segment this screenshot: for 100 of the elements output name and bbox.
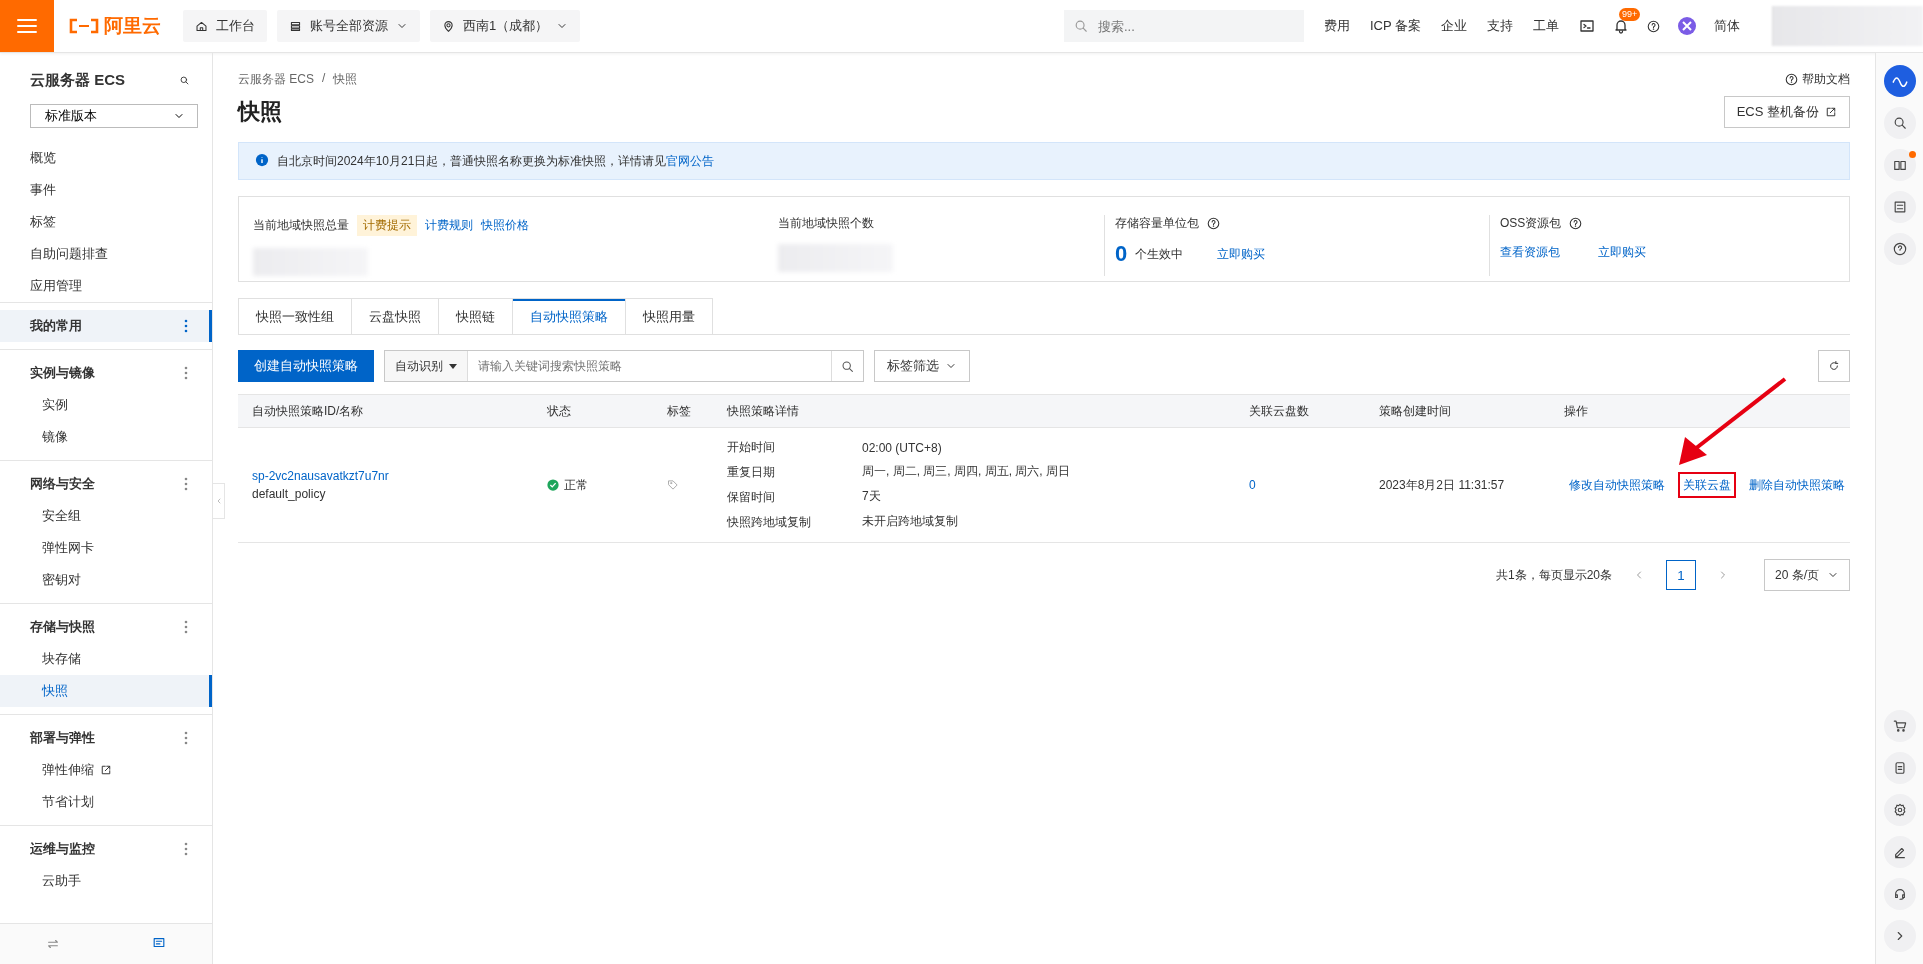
announcement-link[interactable]: 官网公告 bbox=[666, 153, 715, 168]
refresh-button[interactable] bbox=[1818, 350, 1850, 382]
more-icon[interactable] bbox=[184, 366, 188, 380]
sidebar-group-title[interactable]: 实例与镜像 bbox=[30, 364, 95, 382]
more-icon[interactable] bbox=[184, 842, 188, 856]
sidebar-item[interactable]: 标签 bbox=[0, 206, 212, 238]
cart-button[interactable] bbox=[1883, 710, 1916, 742]
help-button[interactable] bbox=[1883, 233, 1916, 265]
tab[interactable]: 快照一致性组 bbox=[238, 298, 351, 334]
edition-select[interactable]: 标准版本 bbox=[30, 104, 198, 128]
sidebar-item[interactable]: 密钥对 bbox=[0, 564, 212, 596]
page-button[interactable]: 1 bbox=[1666, 560, 1696, 590]
checklist-button[interactable] bbox=[1883, 191, 1916, 223]
tab[interactable]: 快照链 bbox=[438, 298, 512, 334]
search-field[interactable]: 搜索... bbox=[1063, 10, 1304, 42]
nav-button[interactable]: 工作台 bbox=[183, 10, 267, 42]
api-button[interactable] bbox=[1883, 752, 1916, 784]
cart-icon bbox=[1892, 719, 1907, 733]
search-button[interactable] bbox=[1883, 107, 1916, 139]
top-link[interactable]: 支持 bbox=[1487, 17, 1513, 35]
sidebar-item[interactable]: 快照 bbox=[0, 675, 212, 707]
stat-value: 0 bbox=[1115, 244, 1128, 264]
column-header: 状态 bbox=[533, 394, 653, 428]
location-pin-icon bbox=[442, 19, 455, 33]
backup-button[interactable]: ECS 整机备份 bbox=[1723, 96, 1850, 128]
home-icon bbox=[195, 19, 208, 33]
stat-link[interactable]: 计费规则 bbox=[425, 217, 473, 234]
search-icon bbox=[179, 75, 190, 86]
more-icon[interactable] bbox=[184, 319, 188, 333]
sidebar-group-title[interactable]: 运维与监控 bbox=[30, 840, 95, 858]
support-button[interactable] bbox=[1883, 878, 1916, 910]
app-icon[interactable] bbox=[1678, 17, 1696, 35]
more-icon[interactable] bbox=[184, 731, 188, 745]
headset-icon bbox=[1892, 887, 1907, 901]
detail-label: 保留时间 bbox=[727, 489, 776, 506]
stat-label: 当前地域快照个数 bbox=[778, 215, 874, 232]
assistant-button[interactable] bbox=[1883, 65, 1916, 97]
sidebar-item[interactable]: 云助手 bbox=[0, 865, 212, 897]
nav-button[interactable]: 账号全部资源 bbox=[277, 10, 420, 42]
collapse-handle[interactable] bbox=[213, 483, 225, 519]
stat-link[interactable]: 快照价格 bbox=[481, 217, 529, 234]
column-header: 自动快照策略ID/名称 bbox=[238, 394, 533, 428]
disk-count-link[interactable]: 0 bbox=[1249, 478, 1365, 492]
detail-value: 未开启跨地域复制 bbox=[862, 512, 959, 530]
sidebar-item[interactable]: 块存储 bbox=[0, 643, 212, 675]
sidebar-item[interactable]: 镜像 bbox=[0, 421, 212, 453]
tab[interactable]: 云盘快照 bbox=[351, 298, 438, 334]
sidebar-item[interactable]: 实例 bbox=[0, 389, 212, 421]
sidebar-item[interactable]: 事件 bbox=[0, 174, 212, 206]
action-link[interactable]: 关联云盘 bbox=[1678, 472, 1736, 498]
action-link[interactable]: 删除自动快照策略 bbox=[1744, 472, 1850, 498]
sidebar-item[interactable]: 弹性伸缩 bbox=[0, 754, 212, 786]
tag-filter-button[interactable]: 标签筛选 bbox=[874, 350, 970, 382]
language-link[interactable]: 简体 bbox=[1714, 17, 1740, 35]
search-input[interactable]: 搜索... bbox=[1095, 17, 1280, 35]
page-title: 快照 bbox=[238, 98, 282, 126]
sidebar-item[interactable]: 安全组 bbox=[0, 500, 212, 532]
sidebar-item[interactable]: 节省计划 bbox=[0, 786, 212, 818]
sidebar-item[interactable]: 自助问题排查 bbox=[0, 238, 212, 270]
help-doc-link[interactable]: 帮助文档 bbox=[1785, 71, 1850, 88]
breadcrumb-link[interactable]: 云服务器 ECS bbox=[238, 71, 314, 88]
more-icon[interactable] bbox=[184, 477, 188, 491]
action-link[interactable]: 修改自动快照策略 bbox=[1564, 472, 1670, 498]
sidebar-group-title[interactable]: 存储与快照 bbox=[30, 618, 95, 636]
sidebar-item[interactable]: 弹性网卡 bbox=[0, 532, 212, 564]
top-link[interactable]: 工单 bbox=[1533, 17, 1559, 35]
breadcrumb-link[interactable]: 快照 bbox=[333, 71, 358, 88]
billing-tag[interactable]: 计费提示 bbox=[357, 215, 417, 236]
create-policy-button[interactable]: 创建自动快照策略 bbox=[238, 350, 374, 382]
top-link[interactable]: ICP 备案 bbox=[1369, 17, 1421, 35]
breadcrumb-separator: / bbox=[322, 71, 326, 87]
check-circle-icon bbox=[547, 479, 559, 491]
detail-value: 02:00 (UTC+8) bbox=[862, 440, 943, 455]
sidebar-group-title[interactable]: 部署与弹性 bbox=[30, 729, 95, 747]
stat-link[interactable]: 立即购买 bbox=[1217, 245, 1266, 263]
notification-badge: 99+ bbox=[1619, 8, 1641, 21]
stat-link[interactable]: 立即购买 bbox=[1598, 244, 1646, 261]
tab[interactable]: 快照用量 bbox=[625, 298, 713, 334]
sidebar-group-title[interactable]: 网络与安全 bbox=[30, 475, 95, 493]
stat-link[interactable]: 查看资源包 bbox=[1500, 244, 1560, 261]
settings-button[interactable] bbox=[1883, 794, 1916, 826]
terminal-icon bbox=[1579, 18, 1595, 34]
page-size-select[interactable]: 20 条/页 bbox=[1764, 559, 1850, 591]
more-icon[interactable] bbox=[184, 620, 188, 634]
top-link[interactable]: 企业 bbox=[1441, 17, 1467, 35]
sidebar-item[interactable]: 概览 bbox=[0, 142, 212, 174]
column-header: 操作 bbox=[1550, 394, 1850, 428]
policy-id-link[interactable]: sp-2vc2nausavatkzt7u7nr bbox=[252, 469, 533, 483]
menu-button[interactable] bbox=[0, 0, 54, 52]
edit-button[interactable] bbox=[1883, 836, 1916, 868]
nav-button[interactable]: 西南1（成都） bbox=[430, 10, 581, 42]
sidebar-group-title[interactable]: 我的常用 bbox=[30, 317, 82, 335]
book-button[interactable] bbox=[1883, 149, 1916, 181]
tab[interactable]: 自动快照策略 bbox=[512, 298, 625, 334]
sidebar-item[interactable]: 应用管理 bbox=[0, 270, 212, 302]
help-icon bbox=[1207, 217, 1220, 230]
external-link-icon bbox=[100, 764, 112, 776]
pencil-icon bbox=[1892, 845, 1907, 859]
sidebar-title: 云服务器 ECS bbox=[30, 71, 125, 90]
top-link[interactable]: 费用 bbox=[1323, 17, 1350, 35]
